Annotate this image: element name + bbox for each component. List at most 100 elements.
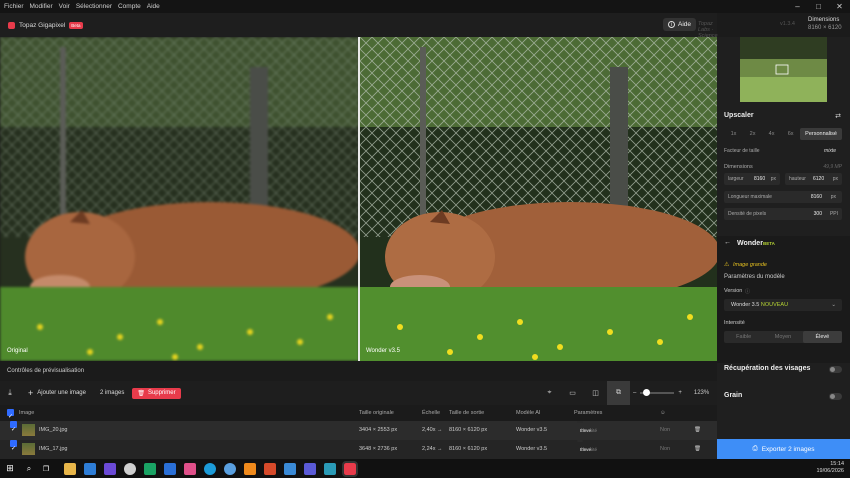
help-button[interactable]: i Aide — [663, 18, 697, 31]
image-table-header: ✓ Image Taille originale Échelle Taille … — [0, 405, 717, 421]
delete-label: Supprimer — [147, 390, 176, 396]
face-recovery-toggle[interactable] — [829, 366, 842, 373]
col-scale[interactable]: Échelle — [422, 405, 440, 421]
height-value: 6120 — [813, 176, 825, 182]
file-explorer-icon[interactable] — [64, 462, 76, 475]
reset-icon[interactable]: ⇄ — [835, 112, 841, 120]
table-row[interactable]: ✓ IMG_20.jpg 3404 × 2553 px 2,40x → 8160… — [0, 421, 717, 440]
max-length-label: Longueur maximale — [728, 194, 772, 200]
original-label: Original — [7, 348, 28, 354]
navigator-thumbnail[interactable] — [740, 37, 827, 102]
task-view-icon[interactable]: ❐ — [38, 465, 54, 473]
zoom-in-button[interactable]: + — [678, 390, 682, 396]
col-output-size[interactable]: Taille de sortie — [449, 405, 484, 421]
version-value: Wonder 3.5 — [731, 302, 760, 308]
zoom-value[interactable]: 123% — [694, 390, 709, 396]
stocks-app-icon[interactable] — [144, 462, 156, 475]
compare-divider-handle[interactable] — [358, 37, 360, 361]
width-field[interactable]: largeur 8160 px — [724, 173, 780, 185]
col-model[interactable]: Modèle AI — [516, 405, 540, 421]
maximize-button[interactable]: □ — [808, 0, 829, 13]
row-output-size: 8160 × 6120 px — [449, 427, 488, 433]
collapse-icon[interactable]: ⤓ — [0, 388, 20, 398]
row-output-size: 8160 × 6120 px — [449, 446, 488, 452]
export-button[interactable]: ⎙ Exporter 2 images — [717, 439, 850, 459]
row-delete-icon[interactable]: 🗑 — [694, 440, 701, 459]
preview-upscaled[interactable] — [360, 37, 717, 361]
row-checkbox[interactable]: ✓ — [10, 421, 17, 433]
arrow-right-icon: → — [437, 427, 443, 433]
scale-6x[interactable]: 6x — [781, 128, 800, 140]
table-row[interactable]: ✓ IMG_17.jpg 3648 × 2736 px 2,24x → 8160… — [0, 440, 717, 459]
version-select[interactable]: Wonder 3.5 NOUVEAU ⌄ — [724, 299, 842, 311]
back-arrow-icon[interactable]: ← — [724, 239, 731, 246]
office-icon[interactable] — [264, 462, 276, 475]
zoom-slider[interactable] — [640, 389, 675, 396]
menu-modifier[interactable]: Modifier — [30, 3, 53, 10]
close-button[interactable]: ✕ — [829, 0, 850, 13]
version-new-badge: NOUVEAU — [760, 302, 789, 308]
row-filename: IMG_20.jpg — [39, 427, 68, 433]
menu-compte[interactable]: Compte — [118, 3, 141, 10]
intensity-low[interactable]: Faible — [724, 331, 763, 343]
photos-icon[interactable] — [284, 462, 296, 475]
preview-original[interactable] — [0, 37, 359, 361]
max-length-field[interactable]: Longueur maximale 8160 px — [724, 191, 842, 203]
media-app-icon[interactable] — [104, 462, 116, 475]
add-image-button[interactable]: + Ajouter une image — [28, 388, 86, 398]
preview-area[interactable]: Original Wonder v3.5 — [0, 37, 717, 361]
scale-2x[interactable]: 2x — [743, 128, 762, 140]
network-app-icon[interactable] — [324, 462, 336, 475]
pixel-density-unit: PPI — [829, 211, 838, 217]
system-tray[interactable]: 15:14 19/06/2026 — [816, 461, 844, 475]
row-checkbox[interactable]: ✓ — [10, 440, 17, 452]
topaz-app-icon[interactable] — [342, 460, 358, 477]
col-original-size[interactable]: Taille originale — [359, 405, 394, 421]
vlc-icon[interactable] — [244, 462, 256, 475]
scale-1x[interactable]: 1x — [724, 128, 743, 140]
side-by-side-view-icon[interactable]: ⧉ — [607, 381, 630, 405]
version-label: Version — [724, 288, 743, 294]
minimize-button[interactable]: – — [787, 0, 808, 13]
edge-icon[interactable] — [204, 462, 216, 475]
width-value: 8160 — [754, 176, 766, 182]
model-section: ← Wonder BETA ⚠ Image grande Paramètres … — [717, 236, 850, 363]
chrome-icon[interactable] — [124, 462, 136, 475]
upscaled-label: Wonder v3.5 — [366, 348, 400, 354]
single-view-icon[interactable]: ▭ — [561, 381, 584, 405]
teams-icon[interactable] — [304, 462, 316, 475]
intensity-high[interactable]: Élevé — [802, 331, 842, 343]
version-info-icon[interactable]: ⓘ — [745, 288, 750, 295]
scale-4x[interactable]: 4x — [762, 128, 781, 140]
menu-voir[interactable]: Voir — [59, 3, 70, 10]
scale-custom[interactable]: Personnalisé — [800, 128, 842, 140]
store-app-icon[interactable] — [164, 462, 176, 475]
windows-start-icon[interactable]: ⊞ — [0, 463, 20, 474]
zoom-slider-knob[interactable] — [643, 389, 651, 396]
focus-view-icon[interactable]: ⌖ — [538, 381, 561, 405]
grain-toggle[interactable] — [829, 393, 842, 400]
copilot-icon[interactable] — [184, 462, 196, 475]
title-bar: Topaz Gigapixel Beta i Aide Topaz Labs ·… — [0, 13, 795, 45]
taskbar: ⊞ ⌕ ❐ 15:14 19/06/2026 — [0, 459, 850, 478]
row-param-pill: Intensité Élevé — [577, 421, 597, 433]
menu-aide[interactable]: Aide — [147, 3, 160, 10]
delete-button[interactable]: 🗑 Supprimer — [132, 387, 181, 399]
select-all-checkbox[interactable]: ✓ — [7, 409, 14, 420]
search-icon[interactable]: ⌕ — [20, 464, 38, 474]
pixel-density-field[interactable]: Densité de pixels 300 PPI — [724, 208, 842, 220]
menu-fichier[interactable]: Fichier — [4, 3, 24, 10]
col-image[interactable]: Image — [19, 405, 34, 421]
split-view-icon[interactable]: ◫ — [584, 381, 607, 405]
zoom-out-button[interactable]: – — [633, 390, 636, 396]
app-logo-icon — [8, 21, 15, 29]
row-delete-icon[interactable]: 🗑 — [694, 421, 701, 440]
size-factor-field[interactable]: Facteur de taille mixte — [724, 145, 842, 157]
col-params[interactable]: Paramètres — [574, 405, 602, 421]
menu-selectionner[interactable]: Sélectionner — [76, 3, 112, 10]
row-scale: 2,24x — [422, 446, 436, 452]
gallery-app-icon[interactable] — [84, 462, 96, 475]
height-field[interactable]: hauteur 6120 px — [785, 173, 842, 185]
intensity-medium[interactable]: Moyen — [763, 331, 802, 343]
browser-icon[interactable] — [224, 462, 236, 475]
